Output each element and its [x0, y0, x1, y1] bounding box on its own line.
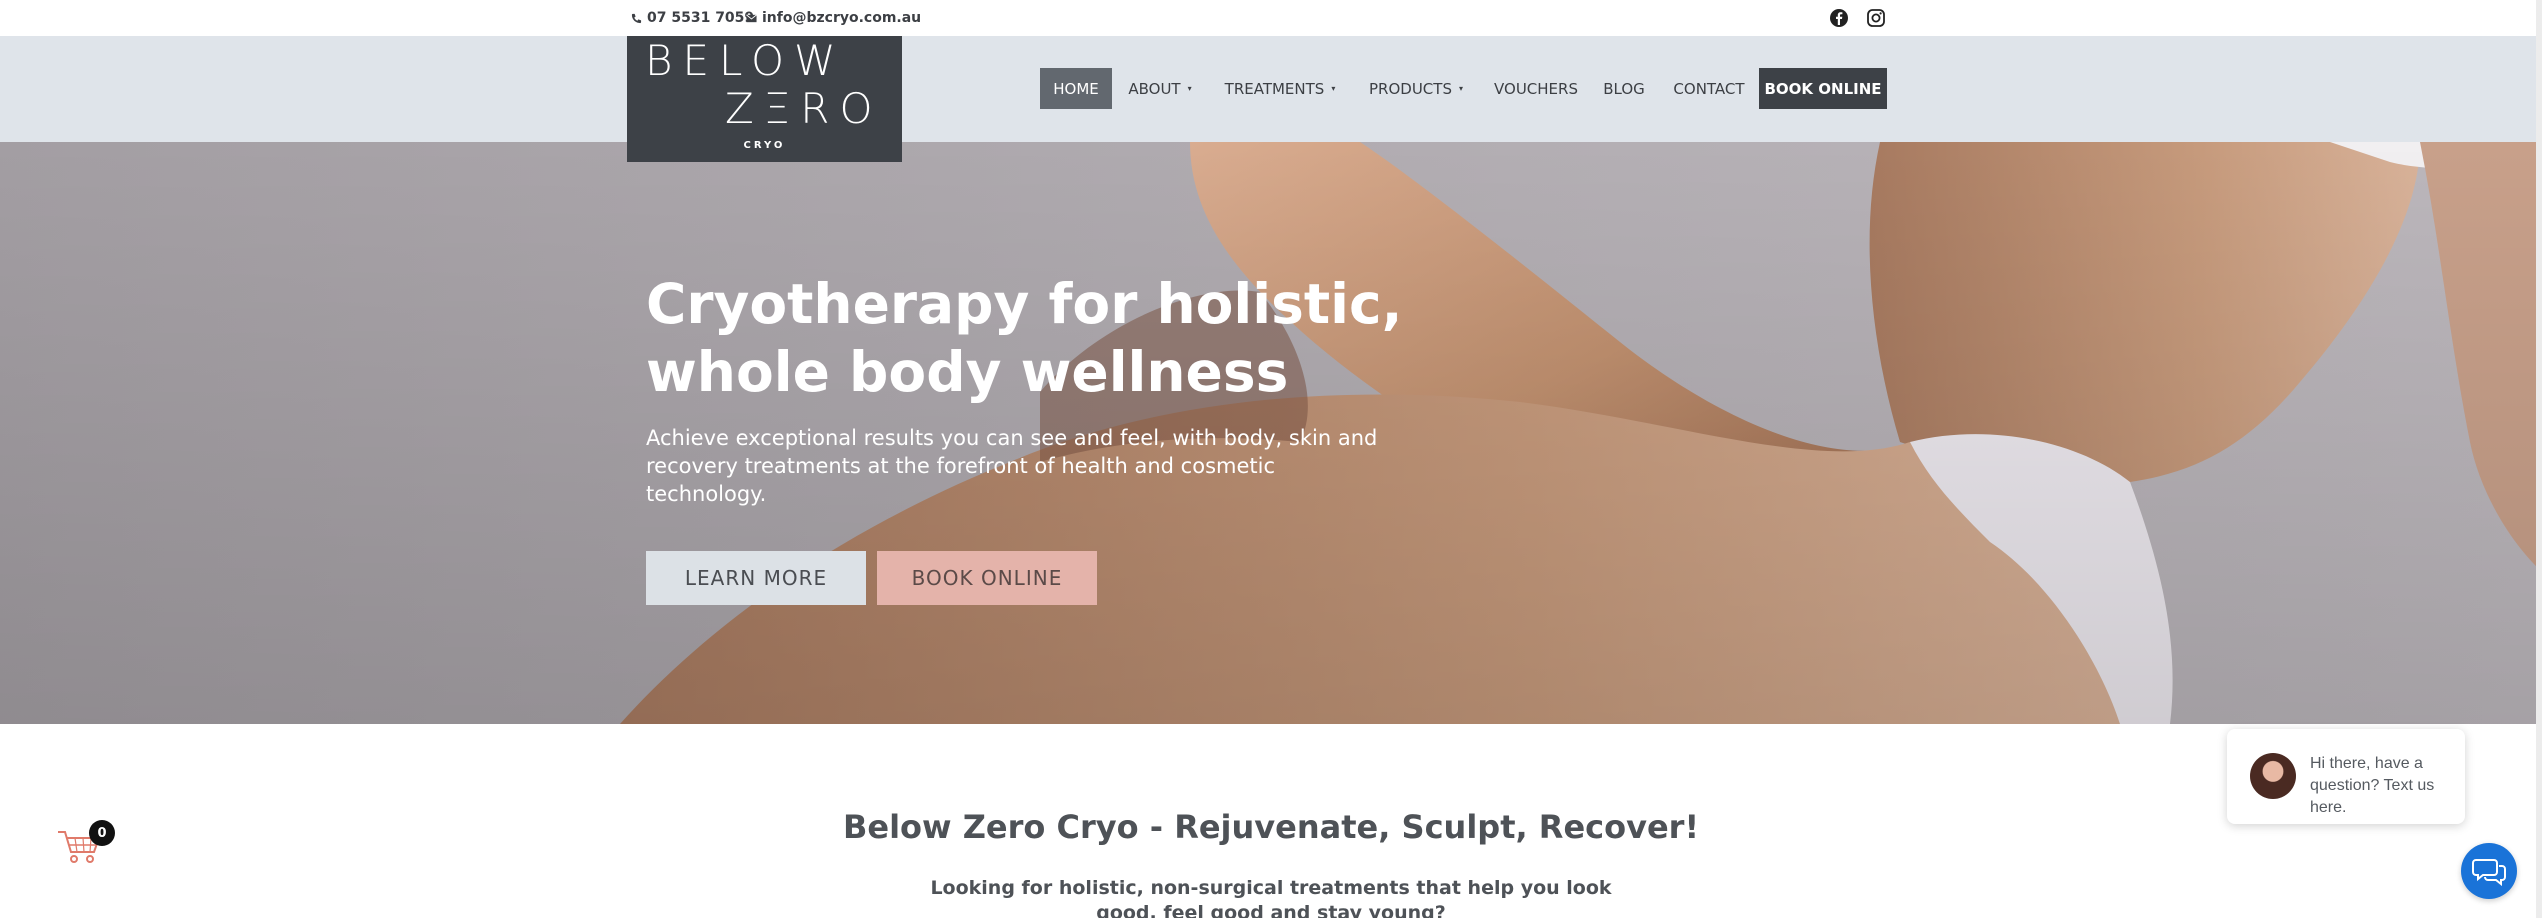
logo-text-zero: ZΞRO [725, 84, 883, 133]
cart-count-badge: 0 [89, 820, 115, 846]
hero-title: Cryotherapy for holistic, whole body wel… [646, 270, 1406, 406]
chat-agent-avatar [2250, 753, 2296, 799]
nav-book-online-label: BOOK ONLINE [1764, 79, 1882, 98]
nav-book-online-button[interactable]: BOOK ONLINE [1759, 68, 1887, 109]
nav-home-label: HOME [1053, 79, 1099, 98]
nav-products[interactable]: PRODUCTS ▾ [1360, 68, 1472, 109]
nav-blog-label: BLOG [1603, 79, 1645, 98]
intro-text: Looking for holistic, non-surgical treat… [930, 877, 1612, 918]
instagram-icon[interactable] [1866, 8, 1886, 28]
logo-text-below: BELOW [645, 36, 846, 85]
learn-more-button[interactable]: LEARN MORE [646, 551, 866, 605]
hero-title-line2: whole body wellness [646, 340, 1289, 404]
nav-blog[interactable]: BLOG [1596, 68, 1652, 109]
nav-contact[interactable]: CONTACT [1666, 68, 1752, 109]
nav-about-label: ABOUT [1128, 79, 1181, 98]
chat-launcher-button[interactable] [2461, 843, 2517, 899]
intro-heading: Below Zero Cryo - Rejuvenate, Sculpt, Re… [842, 808, 1700, 846]
nav-vouchers[interactable]: VOUCHERS [1488, 68, 1584, 109]
nav-contact-label: CONTACT [1673, 79, 1745, 98]
nav-home[interactable]: HOME [1040, 68, 1112, 109]
hero-banner: Cryotherapy for holistic, whole body wel… [0, 142, 2542, 724]
caret-down-icon: ▾ [1187, 84, 1192, 93]
hero-title-line1: Cryotherapy for holistic, [646, 272, 1403, 336]
hero-book-online-button[interactable]: BOOK ONLINE [877, 551, 1097, 605]
phone-link[interactable]: 07 5531 7059 [631, 8, 754, 28]
chat-icon [2472, 859, 2506, 886]
chat-prompt-text: Hi there, have a question? Text us here. [2310, 755, 2435, 816]
page-scrollbar[interactable] [2536, 0, 2542, 918]
nav-treatments-label: TREATMENTS [1224, 79, 1325, 98]
facebook-icon[interactable] [1829, 8, 1849, 28]
nav-treatments[interactable]: TREATMENTS ▾ [1218, 68, 1342, 109]
caret-down-icon: ▾ [1331, 84, 1336, 93]
site-logo[interactable]: BELOW ZΞRO CRYO [627, 36, 902, 162]
email-link[interactable]: info@bzcryo.com.au [746, 8, 921, 28]
envelope-icon [746, 13, 757, 22]
caret-down-icon: ▾ [1458, 84, 1463, 93]
logo-text-cryo: CRYO [743, 140, 786, 151]
hero-subtitle: Achieve exceptional results you can see … [646, 426, 1378, 506]
nav-products-label: PRODUCTS [1369, 79, 1452, 98]
nav-vouchers-label: VOUCHERS [1494, 79, 1578, 98]
nav-about[interactable]: ABOUT ▾ [1120, 68, 1200, 109]
phone-number: 07 5531 7059 [647, 10, 755, 26]
phone-icon [631, 13, 642, 23]
top-bar: 07 5531 7059 info@bzcryo.com.au [0, 0, 2542, 36]
email-address: info@bzcryo.com.au [762, 10, 922, 26]
